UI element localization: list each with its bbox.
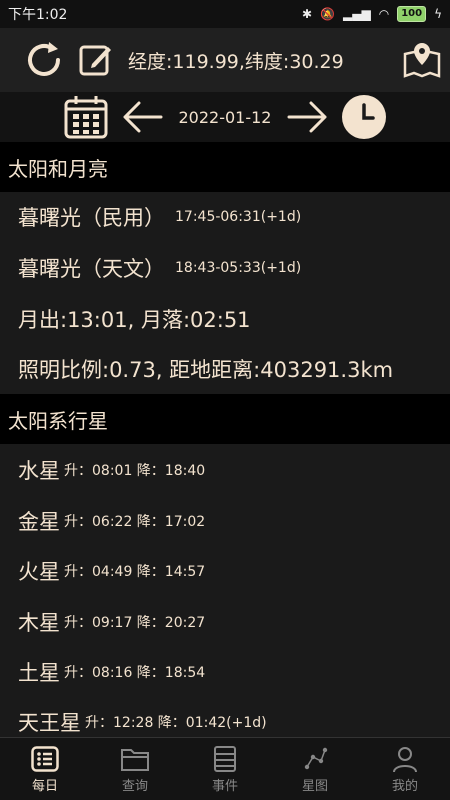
section-header-sun-moon: 太阳和月亮	[0, 142, 450, 192]
constellation-icon	[304, 747, 328, 769]
nav-tab-daily[interactable]: 每日	[0, 738, 90, 800]
planet-name: 天王星	[18, 711, 81, 735]
bluetooth-icon: ✱	[302, 7, 313, 21]
planet-rise-set: 升：09:17 降：20:27	[64, 615, 206, 631]
astro-twilight-row: 暮曙光（天文） 18:43-05:33(+1d)	[18, 243, 450, 293]
nav-label: 我的	[391, 778, 418, 794]
moon-illumination-text: 照明比例:0.73, 距地距离:403291.3km	[18, 358, 394, 382]
arrow-left-icon	[123, 101, 163, 133]
planet-row: 火星 升：04:49 降：14:57	[18, 546, 450, 596]
charging-icon: ϟ	[434, 7, 442, 21]
current-date[interactable]: 2022-01-12	[165, 108, 285, 127]
list-icon	[31, 745, 59, 772]
civil-twilight-label: 暮曙光（民用）	[18, 206, 165, 230]
refresh-button[interactable]	[22, 38, 66, 82]
civil-twilight-value: 17:45-06:31(+1d)	[175, 209, 302, 225]
planet-rise-set: 升：08:01 降：18:40	[64, 463, 206, 479]
coordinates-text: 经度:119.99,纬度:30.29	[128, 50, 344, 73]
map-pin-icon	[403, 43, 441, 78]
civil-twilight-row: 暮曙光（民用） 17:45-06:31(+1d)	[18, 192, 450, 242]
signal-icon: ▂▄▆	[343, 7, 371, 21]
status-time: 下午1:02	[8, 7, 68, 23]
planet-rise-set: 升：08:16 降：18:54	[64, 665, 206, 681]
time-button[interactable]	[341, 94, 387, 140]
next-day-button[interactable]	[285, 99, 329, 135]
edit-icon	[79, 45, 111, 76]
mute-icon: 🔕	[320, 7, 336, 21]
status-bar: 下午1:02 ✱ 🔕 ▂▄▆ ◠ 100 ϟ	[0, 0, 450, 28]
planet-row: 金星 升：06:22 降：17:02	[18, 496, 450, 546]
section-header-planets: 太阳系行星	[0, 394, 450, 444]
moon-rise-set-row: 月出:13:01, 月落:02:51	[18, 294, 450, 344]
bottom-navigation: 每日 查询 事件 星图 我的	[0, 737, 450, 800]
section-title: 太阳系行星	[8, 408, 108, 433]
calendar-button[interactable]	[63, 94, 109, 140]
nav-label: 事件	[211, 778, 238, 794]
moon-rise-set-text: 月出:13:01, 月落:02:51	[18, 308, 251, 332]
astro-twilight-label: 暮曙光（天文）	[18, 257, 165, 281]
person-icon	[393, 746, 417, 772]
clock-icon	[342, 95, 386, 139]
calendar-icon	[64, 96, 108, 139]
battery-icon: 100	[397, 6, 427, 22]
nav-label: 星图	[301, 778, 328, 794]
planet-name: 火星	[18, 560, 60, 584]
nav-tab-query[interactable]: 查询	[90, 738, 180, 800]
nav-tab-events[interactable]: 事件	[180, 738, 270, 800]
moon-illumination-row: 照明比例:0.73, 距地距离:403291.3km	[18, 344, 450, 394]
section-title: 太阳和月亮	[8, 156, 108, 181]
planet-name: 水星	[18, 459, 60, 483]
planet-name: 土星	[18, 661, 60, 685]
nav-label: 查询	[121, 778, 148, 794]
edit-button[interactable]	[78, 42, 114, 78]
planet-rise-set: 升：06:22 降：17:02	[64, 514, 206, 530]
top-toolbar: 经度:119.99,纬度:30.29	[0, 28, 450, 92]
folder-icon	[121, 748, 149, 771]
planet-name: 木星	[18, 611, 60, 635]
planet-name: 金星	[18, 510, 60, 534]
status-icons: ✱ 🔕 ▂▄▆ ◠ 100 ϟ	[302, 6, 442, 22]
refresh-icon	[28, 42, 60, 76]
planet-rise-set: 升：12:28 降：01:42(+1d)	[85, 715, 267, 731]
previous-day-button[interactable]	[121, 99, 165, 135]
arrow-right-icon	[287, 101, 327, 133]
nav-tab-starmap[interactable]: 星图	[270, 738, 360, 800]
planet-row: 土星 升：08:16 降：18:54	[18, 647, 450, 697]
astro-twilight-value: 18:43-05:33(+1d)	[175, 260, 302, 276]
planet-row: 水星 升：08:01 降：18:40	[18, 445, 450, 495]
planet-rise-set: 升：04:49 降：14:57	[64, 564, 206, 580]
planet-row: 木星 升：09:17 降：20:27	[18, 597, 450, 647]
nav-label: 每日	[31, 778, 58, 794]
wifi-icon: ◠	[378, 7, 390, 21]
table-icon	[214, 745, 236, 772]
nav-tab-profile[interactable]: 我的	[360, 738, 450, 800]
date-navigation-bar: 2022-01-12	[0, 92, 450, 142]
location-map-button[interactable]	[402, 40, 442, 80]
